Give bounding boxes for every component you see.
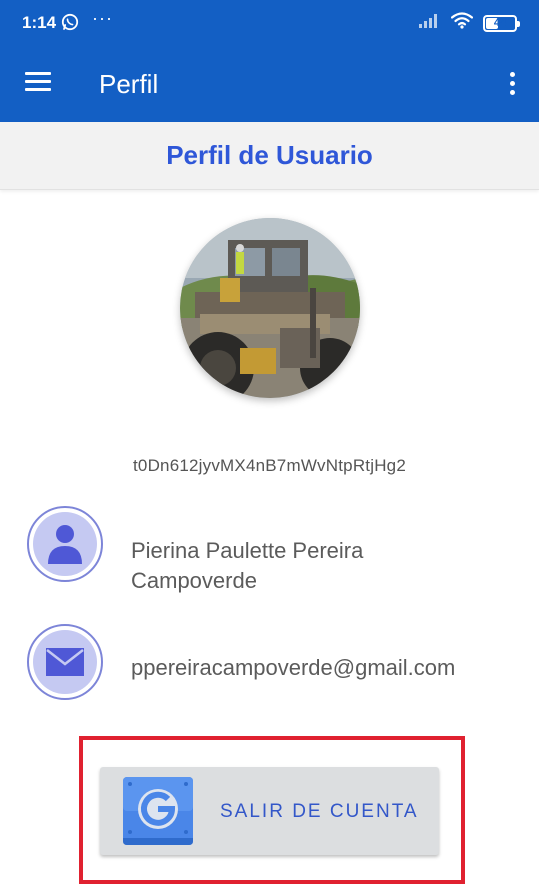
notification-dots: ··· (92, 8, 113, 28)
app-bar: Perfil (0, 48, 539, 122)
user-name-line2: Campoverde (131, 568, 257, 593)
hamburger-menu-icon[interactable] (25, 72, 51, 92)
user-email: ppereiracampoverde@gmail.com (131, 655, 456, 680)
google-g-icon (122, 776, 194, 846)
logout-button[interactable]: SALIR DE CUENTA (100, 767, 439, 855)
more-options-icon[interactable] (507, 70, 517, 98)
app-bar-title: Perfil (99, 69, 159, 99)
battery-icon: 44 (483, 14, 520, 32)
avatar (180, 218, 360, 398)
status-time: 1:14 (22, 13, 57, 32)
person-icon (27, 506, 103, 582)
logout-button-label: SALIR DE CUENTA (220, 801, 419, 822)
status-bar: 1:14 ··· 44 (0, 0, 539, 48)
envelope-icon (27, 624, 103, 700)
whatsapp-icon (61, 13, 79, 36)
wifi-icon (450, 12, 474, 34)
user-uid: t0Dn612jyvMX4nB7mWvNtpRtjHg2 (133, 456, 406, 475)
profile-header-title: Perfil de Usuario (166, 140, 373, 170)
user-name-line1: Pierina Paulette Pereira (131, 538, 364, 563)
battery-level: 44 (493, 17, 507, 29)
profile-header: Perfil de Usuario (0, 122, 539, 190)
signal-icon (419, 13, 441, 34)
